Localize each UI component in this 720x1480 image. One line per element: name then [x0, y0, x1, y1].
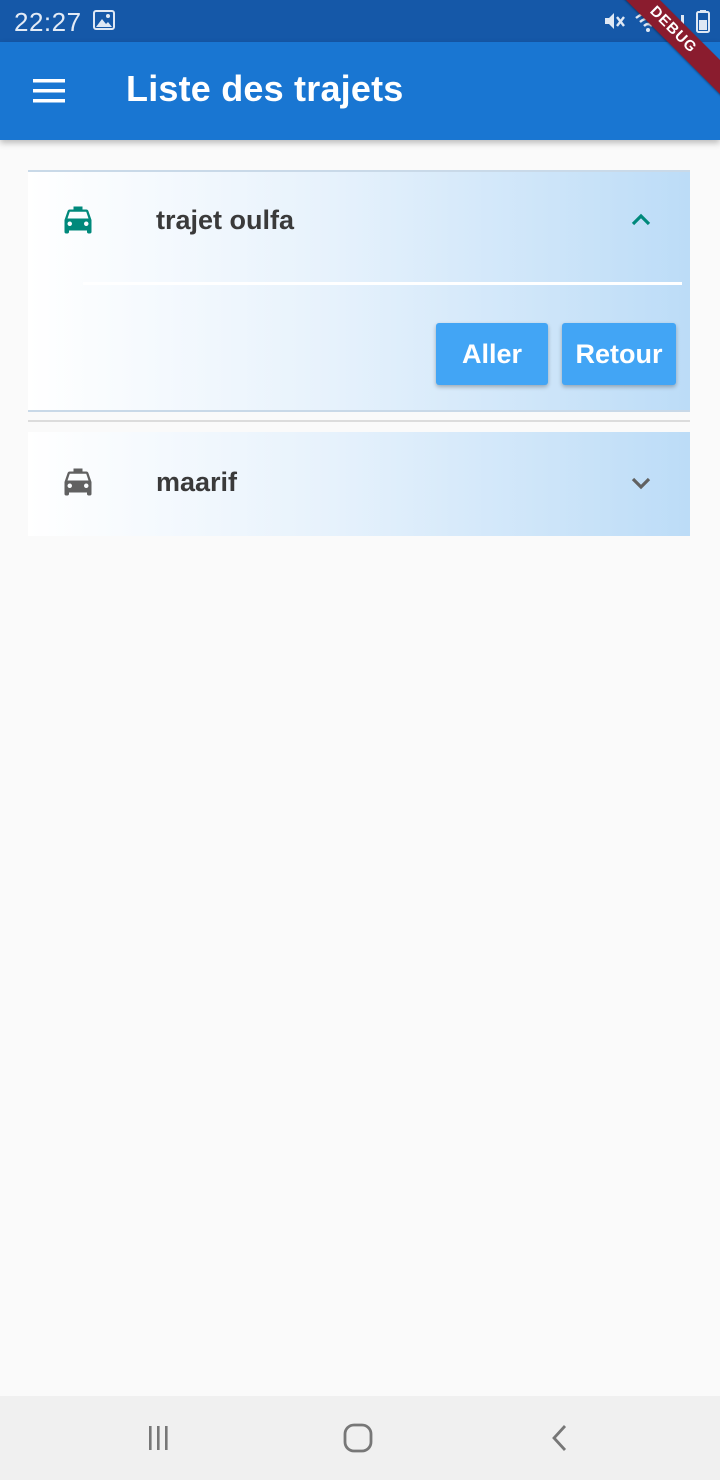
- menu-icon: [33, 79, 65, 103]
- recents-button[interactable]: [138, 1422, 178, 1454]
- back-button[interactable]: [540, 1422, 580, 1454]
- home-icon: [343, 1423, 373, 1453]
- trajet-name[interactable]: trajet oulfa: [156, 205, 294, 236]
- image-icon: [93, 10, 115, 30]
- aller-button[interactable]: Aller: [436, 323, 548, 385]
- chevron-up-icon[interactable]: [626, 205, 656, 235]
- app-bar: Liste des trajets: [0, 42, 720, 140]
- chevron-down-icon[interactable]: [626, 468, 656, 498]
- menu-button[interactable]: [26, 70, 72, 112]
- trajet-panel-oulfa: trajet oulfa Aller Retour: [28, 170, 690, 412]
- page-title: Liste des trajets: [126, 68, 404, 109]
- back-icon: [552, 1425, 567, 1451]
- navigation-bar: [0, 1396, 720, 1480]
- trajet-panel-maarif[interactable]: maarif: [28, 432, 690, 536]
- taxi-icon: [64, 468, 92, 496]
- list-separator: [28, 420, 690, 422]
- status-time: 22:27: [14, 7, 82, 37]
- mute-icon: [605, 13, 625, 29]
- home-button[interactable]: [338, 1422, 378, 1454]
- retour-button[interactable]: Retour: [562, 323, 676, 385]
- trajet-name[interactable]: maarif: [156, 467, 237, 498]
- taxi-icon: [64, 206, 92, 234]
- battery-icon: [696, 10, 710, 33]
- panel-divider: [83, 282, 682, 285]
- status-bar: 22:27: [0, 0, 720, 42]
- recents-icon: [149, 1426, 168, 1450]
